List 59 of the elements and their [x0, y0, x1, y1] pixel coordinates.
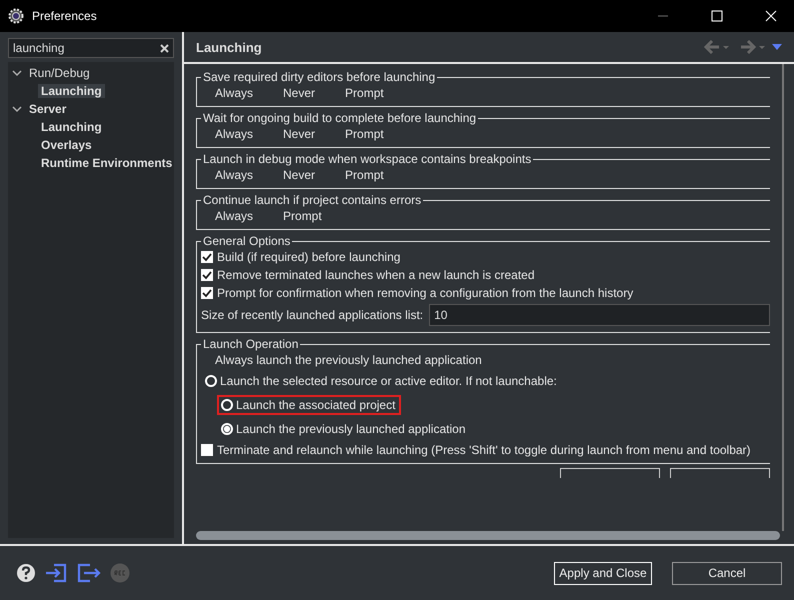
field-label: Size of recently launched applications list: [201, 308, 424, 322]
hidden-button[interactable] [670, 468, 770, 478]
export-icon[interactable] [76, 563, 102, 583]
option-choice[interactable]: Always [215, 168, 254, 182]
maximize-icon [711, 10, 723, 22]
option-choice[interactable]: Always [215, 127, 254, 141]
dialog-button[interactable]: Apply and Close [554, 562, 652, 584]
search-field[interactable]: launching [8, 38, 174, 58]
group-title: Continue launch if project contains errors [202, 193, 422, 207]
tree-item[interactable]: Overlays [38, 138, 95, 152]
horizontal-scrollbar[interactable] [196, 531, 780, 540]
group-title: Launch in debug mode when workspace contains breakpoints [202, 152, 532, 166]
group-title: Launch Operation [202, 337, 300, 351]
tree-item[interactable]: Run/Debug [26, 66, 93, 80]
tree-item[interactable]: Launching [38, 120, 105, 134]
checkbox[interactable] [201, 251, 213, 263]
option-choice[interactable]: Always [215, 209, 254, 223]
hidden-button[interactable] [560, 468, 660, 478]
tree-item[interactable]: Server [26, 102, 70, 116]
checkbox-label: Build (if required) before launching [217, 250, 400, 264]
clear-icon[interactable] [160, 44, 169, 52]
option-choice[interactable]: Always [215, 86, 254, 100]
radio-button[interactable] [205, 375, 217, 387]
tree-item[interactable]: Launching [38, 84, 105, 98]
checkbox-label: Terminate and relaunch while launching (Press 'Shift' to toggle during launch from menu and toolbar) [217, 443, 751, 457]
search-input[interactable]: launching [13, 41, 160, 55]
option-choice[interactable]: Prompt [283, 209, 322, 223]
radio-label: Launch the previously launched application [236, 422, 466, 436]
gear-icon [8, 8, 24, 24]
radio-label: Launch the associated project [236, 398, 396, 412]
option-choice[interactable]: Never [283, 127, 316, 141]
window-title: Preferences [32, 9, 98, 23]
checkbox[interactable] [201, 269, 213, 281]
page-title: Launching [196, 40, 263, 54]
close-icon [765, 10, 777, 22]
radio-button[interactable] [221, 423, 233, 435]
checkbox[interactable] [201, 287, 213, 299]
group-title: General Options [202, 234, 292, 248]
checkbox-label: Remove terminated launches when a new launch is created [217, 268, 535, 282]
option-text: Always launch the previously launched application [215, 353, 483, 367]
help-icon[interactable] [16, 563, 36, 583]
chevron-icon[interactable] [12, 104, 22, 114]
import-icon[interactable] [44, 563, 68, 583]
radio-label: Launch the selected resource or active editor. If not launchable: [220, 374, 557, 388]
group-title: Wait for ongoing build to complete before launching [202, 111, 478, 125]
tree-item[interactable]: Runtime Environments [38, 156, 176, 170]
option-choice[interactable]: Never [283, 86, 316, 100]
menu-icon[interactable] [772, 44, 782, 50]
checkbox-label: Prompt for confirmation when removing a configuration from the launch history [217, 286, 634, 300]
checkbox[interactable] [201, 444, 213, 456]
chevron-icon[interactable] [12, 68, 22, 78]
dialog-button[interactable]: Cancel [672, 562, 782, 584]
radio-button[interactable] [221, 399, 233, 411]
option-choice[interactable]: Prompt [345, 127, 384, 141]
option-choice[interactable]: Prompt [345, 168, 384, 182]
group-title: Save required dirty editors before launching [202, 70, 436, 84]
size-field[interactable]: 10 [429, 304, 770, 326]
option-choice[interactable]: Never [283, 168, 316, 182]
option-choice[interactable]: Prompt [345, 86, 384, 100]
